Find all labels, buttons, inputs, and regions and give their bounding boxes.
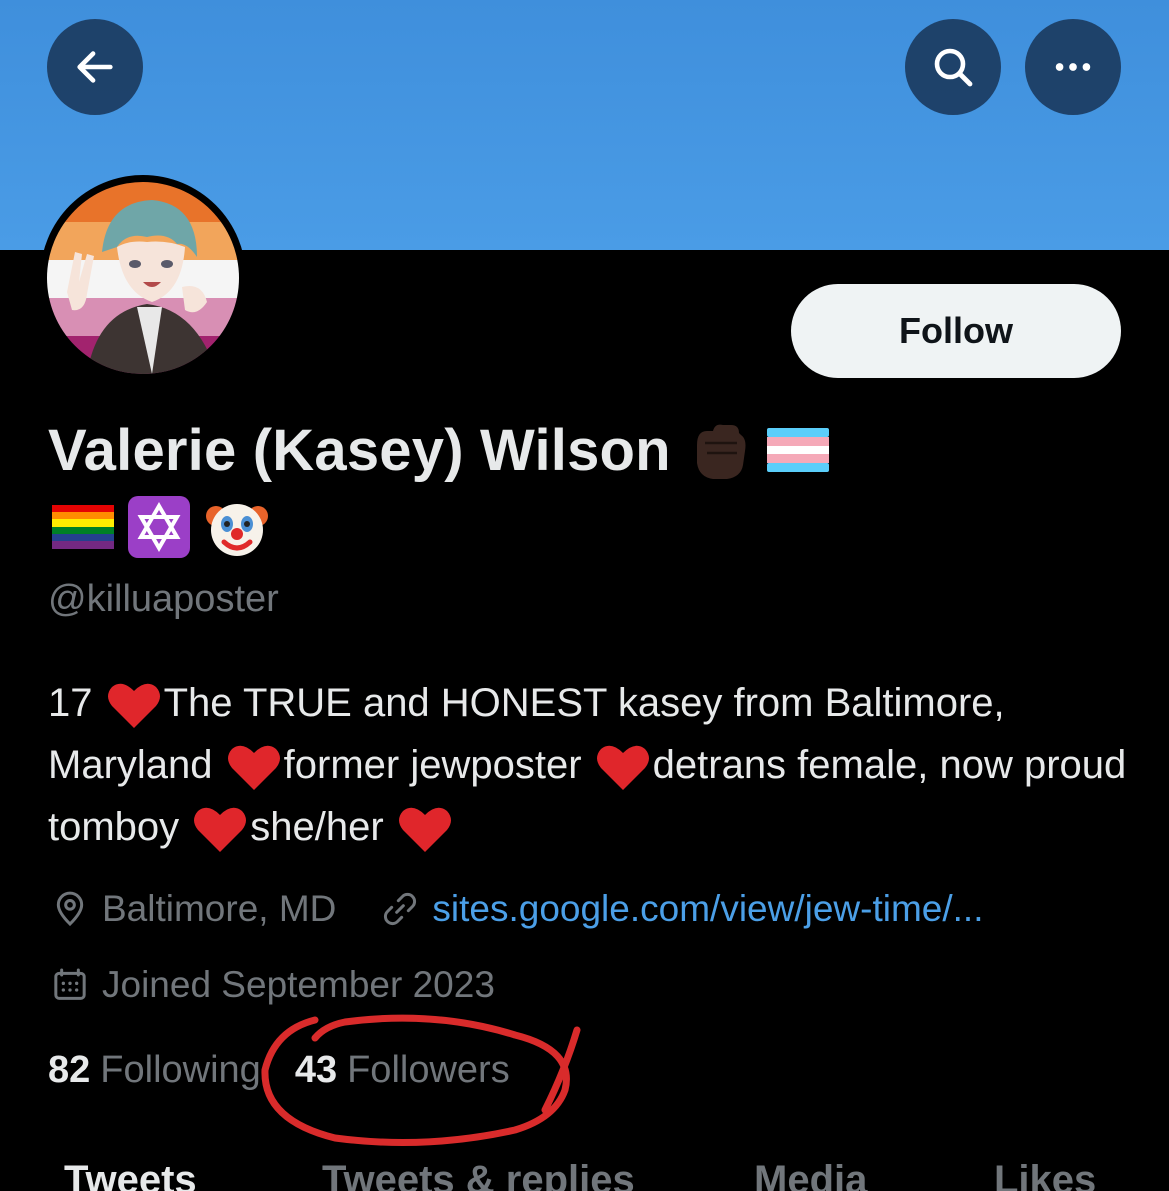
profile-handle: @killuaposter	[48, 578, 279, 620]
more-horizontal-icon	[1055, 63, 1091, 71]
link-icon	[384, 892, 417, 926]
display-name-emoji-row	[52, 494, 270, 560]
follow-button[interactable]: Follow	[791, 284, 1121, 378]
search-button[interactable]	[905, 19, 1001, 115]
bio-text-3: former jewposter	[283, 743, 582, 787]
profile-page: Follow Valerie (Kasey) Wilson @killuapos…	[0, 0, 1169, 1191]
red-heart-icon	[107, 684, 160, 729]
avatar[interactable]	[40, 175, 246, 381]
followers-label: Followers	[347, 1048, 510, 1091]
search-icon	[934, 48, 973, 87]
rainbow-flag-icon	[52, 505, 114, 549]
display-name-row: Valerie (Kasey) Wilson	[48, 412, 829, 488]
bio-text-5: she/her	[250, 805, 384, 849]
transgender-flag-icon	[766, 428, 829, 472]
raised-fist-icon	[696, 424, 746, 479]
profile-meta-location-website: Baltimore, MD sites.google.com/view/jew-…	[50, 884, 983, 934]
profile-bio: 17 The TRUE and HONEST kasey from Baltim…	[48, 672, 1138, 858]
tab-likes[interactable]: Likes	[994, 1158, 1096, 1191]
followers-count: 43	[294, 1048, 338, 1091]
profile-meta-joined: Joined September 2023	[50, 960, 495, 1010]
profile-location: Baltimore, MD	[102, 888, 337, 929]
red-heart-icon	[227, 746, 280, 791]
profile-stats: 82 Following 43 Followers	[48, 1045, 510, 1095]
profile-joined-date: Joined September 2023	[102, 964, 495, 1005]
avatar-image	[47, 182, 239, 374]
tab-tweets-and-replies[interactable]: Tweets & replies	[322, 1158, 635, 1191]
red-heart-icon	[596, 746, 649, 791]
tab-tweets[interactable]: Tweets	[64, 1158, 197, 1191]
followers-stat[interactable]: 43 Followers	[295, 1049, 510, 1092]
more-options-button[interactable]	[1025, 19, 1121, 115]
calendar-icon	[54, 968, 86, 1000]
location-pin-icon	[56, 891, 84, 927]
profile-website-link[interactable]: sites.google.com/view/jew-time/...	[432, 888, 983, 930]
clown-face-icon	[206, 504, 268, 556]
following-stat[interactable]: 82 Following	[48, 1049, 261, 1092]
profile-tabs: Tweets Tweets & replies Media Likes	[0, 1150, 1169, 1191]
arrow-left-icon	[77, 51, 113, 83]
following-label: Following	[100, 1048, 261, 1091]
bio-text-1: 17	[48, 681, 93, 725]
following-count: 82	[48, 1048, 91, 1091]
back-button[interactable]	[47, 19, 143, 115]
star-of-david-icon	[128, 496, 190, 558]
tab-media[interactable]: Media	[754, 1158, 867, 1191]
red-heart-icon	[398, 808, 451, 853]
red-heart-icon	[194, 808, 247, 853]
display-name: Valerie (Kasey) Wilson	[48, 417, 671, 483]
